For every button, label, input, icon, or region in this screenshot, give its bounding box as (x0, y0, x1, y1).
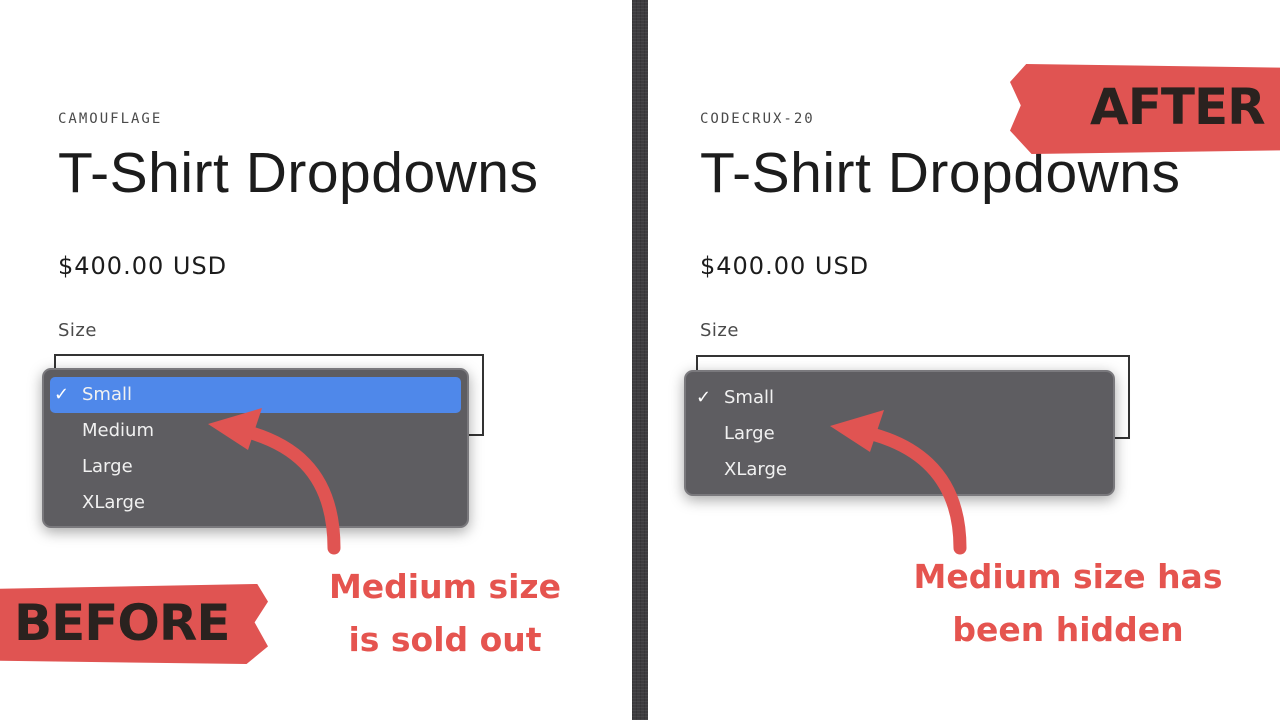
panel-divider (632, 0, 648, 720)
after-annotation: Medium size has been hidden (903, 550, 1233, 656)
annotation-line: Medium size has (913, 557, 1223, 596)
after-tag-text: AFTER (1090, 78, 1266, 136)
annotation-line: been hidden (952, 610, 1184, 649)
before-tag: BEFORE (0, 584, 268, 664)
annotation-line: Medium size (328, 567, 562, 606)
after-tag: AFTER (1010, 64, 1280, 154)
after-panel: CODECRUX-20 T-Shirt Dropdowns $400.00 US… (648, 0, 1280, 720)
before-tag-text: BEFORE (14, 594, 231, 652)
before-panel: CAMOUFLAGE T-Shirt Dropdowns $400.00 USD… (0, 0, 632, 720)
annotation-line: is sold out (348, 620, 542, 659)
before-annotation: Medium size is sold out (310, 560, 580, 666)
